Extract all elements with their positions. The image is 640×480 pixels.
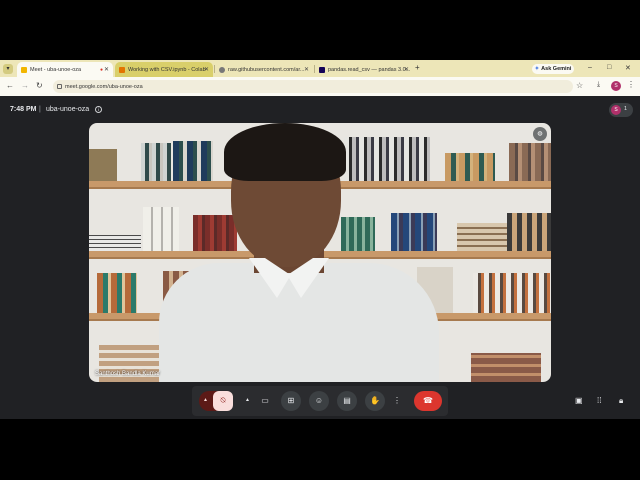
mic-group: ▲ ⍉ <box>199 391 233 411</box>
book <box>507 213 551 251</box>
raise-hand-icon: ✋ <box>370 396 380 405</box>
captions-icon: ▤ <box>343 396 351 405</box>
browser-chrome: ▾ Meet - uba-unoe-oza ● ✕ Working with C… <box>0 60 640 96</box>
arrow-left-icon: ← <box>6 81 14 90</box>
meet-favicon-icon <box>21 66 27 73</box>
captions-button[interactable]: ▤ <box>337 391 357 411</box>
book <box>344 137 430 181</box>
book <box>471 353 541 382</box>
tab-github-raw[interactable]: raw.githubusercontent.com/ar... ✕ <box>215 62 313 77</box>
call-controls: ▲ ⍉ ▲ ▭ ⊞ ☺ ▤ ✋ ⋮ ☎ <box>192 386 448 416</box>
tab-bar: ▾ Meet - uba-unoe-oza ● ✕ Working with C… <box>0 60 640 77</box>
tab-list-button[interactable]: ▾ <box>3 64 13 74</box>
tab-pandas[interactable]: pandas.read_csv — pandas 3.0... ✕ <box>315 62 413 77</box>
arrow-right-icon: → <box>21 81 29 90</box>
lock-icon[interactable]: 🔒︎ <box>619 396 623 406</box>
site-info-icon[interactable] <box>57 84 62 89</box>
emoji-button[interactable]: ☺ <box>309 391 329 411</box>
download-icon[interactable]: ⤓ <box>597 81 600 89</box>
tab-meet[interactable]: Meet - uba-unoe-oza ● ✕ <box>17 62 113 77</box>
book <box>89 235 141 251</box>
tab-colab[interactable]: Working with CSV.ipynb - Colab ✕ <box>115 62 213 77</box>
mic-toggle-button[interactable]: ⍉ <box>213 391 233 411</box>
ask-gemini-button[interactable]: ✦ Ask Gemini <box>532 64 574 74</box>
book <box>89 149 117 181</box>
mic-options-chevron-icon[interactable]: ▲ <box>203 397 208 403</box>
globe-favicon-icon <box>219 66 225 73</box>
emoji-icon: ☺ <box>314 396 324 405</box>
back-button[interactable]: ← <box>6 81 14 90</box>
maximize-button[interactable]: □ <box>607 64 611 71</box>
book <box>341 217 375 251</box>
profile-avatar[interactable]: S <box>611 81 621 91</box>
more-options-button[interactable]: ⋮ <box>390 391 404 411</box>
close-tab-icon[interactable]: ✕ <box>304 66 309 73</box>
reload-icon: ↻ <box>36 81 43 90</box>
close-tab-icon[interactable]: ● <box>100 67 103 73</box>
new-tab-button[interactable]: + <box>415 63 420 72</box>
bookmark-star-icon[interactable]: ☆ <box>576 81 583 90</box>
participant-hair <box>224 123 346 181</box>
more-vert-icon: ⋮ <box>393 396 401 405</box>
url-text: meet.google.com/uba-unoe-oza <box>65 83 143 90</box>
book <box>173 141 213 181</box>
present-button[interactable]: ⊞ <box>281 391 301 411</box>
book <box>141 143 171 181</box>
ask-gemini-label: Ask Gemini <box>541 66 572 72</box>
participants-button[interactable]: S 1 <box>609 103 633 117</box>
book <box>97 273 137 313</box>
activities-icon[interactable]: ⁞⁞ <box>597 396 601 405</box>
raise-hand-button[interactable]: ✋ <box>365 391 385 411</box>
book <box>193 215 237 251</box>
tab-title: pandas.read_csv — pandas 3.0... <box>328 66 411 73</box>
screen: ▾ Meet - uba-unoe-oza ● ✕ Working with C… <box>0 0 640 480</box>
mic-off-icon: ⍉ <box>220 396 226 405</box>
book <box>473 273 551 313</box>
call-end-icon: ☎ <box>423 396 433 405</box>
browser-menu-icon[interactable]: ⋮ <box>627 80 635 89</box>
header-separator: | <box>39 106 41 113</box>
close-window-button[interactable]: ✕ <box>625 64 631 72</box>
meeting-code: uba-unoe-oza <box>46 106 90 113</box>
book <box>457 223 507 251</box>
colab-favicon-icon <box>119 66 125 73</box>
present-icon: ⊞ <box>287 396 295 405</box>
forward-button[interactable]: → <box>21 81 29 90</box>
book <box>509 143 551 181</box>
meeting-time: 7:48 PM <box>10 106 37 113</box>
camera-icon: ▭ <box>261 396 269 405</box>
book <box>391 213 437 251</box>
close-tab-icon[interactable]: ✕ <box>204 66 209 73</box>
participant-video-tile[interactable]: Santhosh Bandla Kumar ◍ <box>89 123 551 382</box>
reload-button[interactable]: ↻ <box>36 81 43 90</box>
end-call-button[interactable]: ☎ <box>414 391 442 411</box>
book <box>445 153 495 181</box>
close-tab-icon[interactable]: ✕ <box>104 66 109 73</box>
address-bar[interactable]: meet.google.com/uba-unoe-oza <box>53 80 573 93</box>
tab-title: Working with CSV.ipynb - Colab <box>128 66 206 73</box>
close-tab-icon[interactable]: ✕ <box>404 66 409 73</box>
camera-toggle-button[interactable]: ▭ <box>255 391 275 411</box>
participant-count: 1 <box>624 106 628 112</box>
minimize-button[interactable]: – <box>588 64 592 71</box>
browser-toolbar: ← → ↻ meet.google.com/uba-unoe-oza ☆ ⤓ S… <box>0 77 640 96</box>
participant-avatar: S <box>611 105 621 115</box>
meet-area: 7:48 PM | uba-unoe-oza i S 1 Santhosh Ba… <box>0 96 640 419</box>
tab-title: Meet - uba-unoe-oza <box>30 66 82 73</box>
pandas-favicon-icon <box>319 66 325 73</box>
meeting-info-icon[interactable]: i <box>95 106 102 113</box>
sparkle-icon: ✦ <box>534 66 540 72</box>
book <box>143 207 179 251</box>
mic-off-icon: ◍ <box>533 127 547 141</box>
participant-name: Santhosh Bandla Kumar <box>95 371 161 377</box>
chat-icon[interactable]: ▣ <box>575 396 583 405</box>
chevron-down-icon: ▾ <box>6 66 10 72</box>
camera-options-chevron-icon[interactable]: ▲ <box>245 397 250 403</box>
tab-title: raw.githubusercontent.com/ar... <box>228 66 305 73</box>
